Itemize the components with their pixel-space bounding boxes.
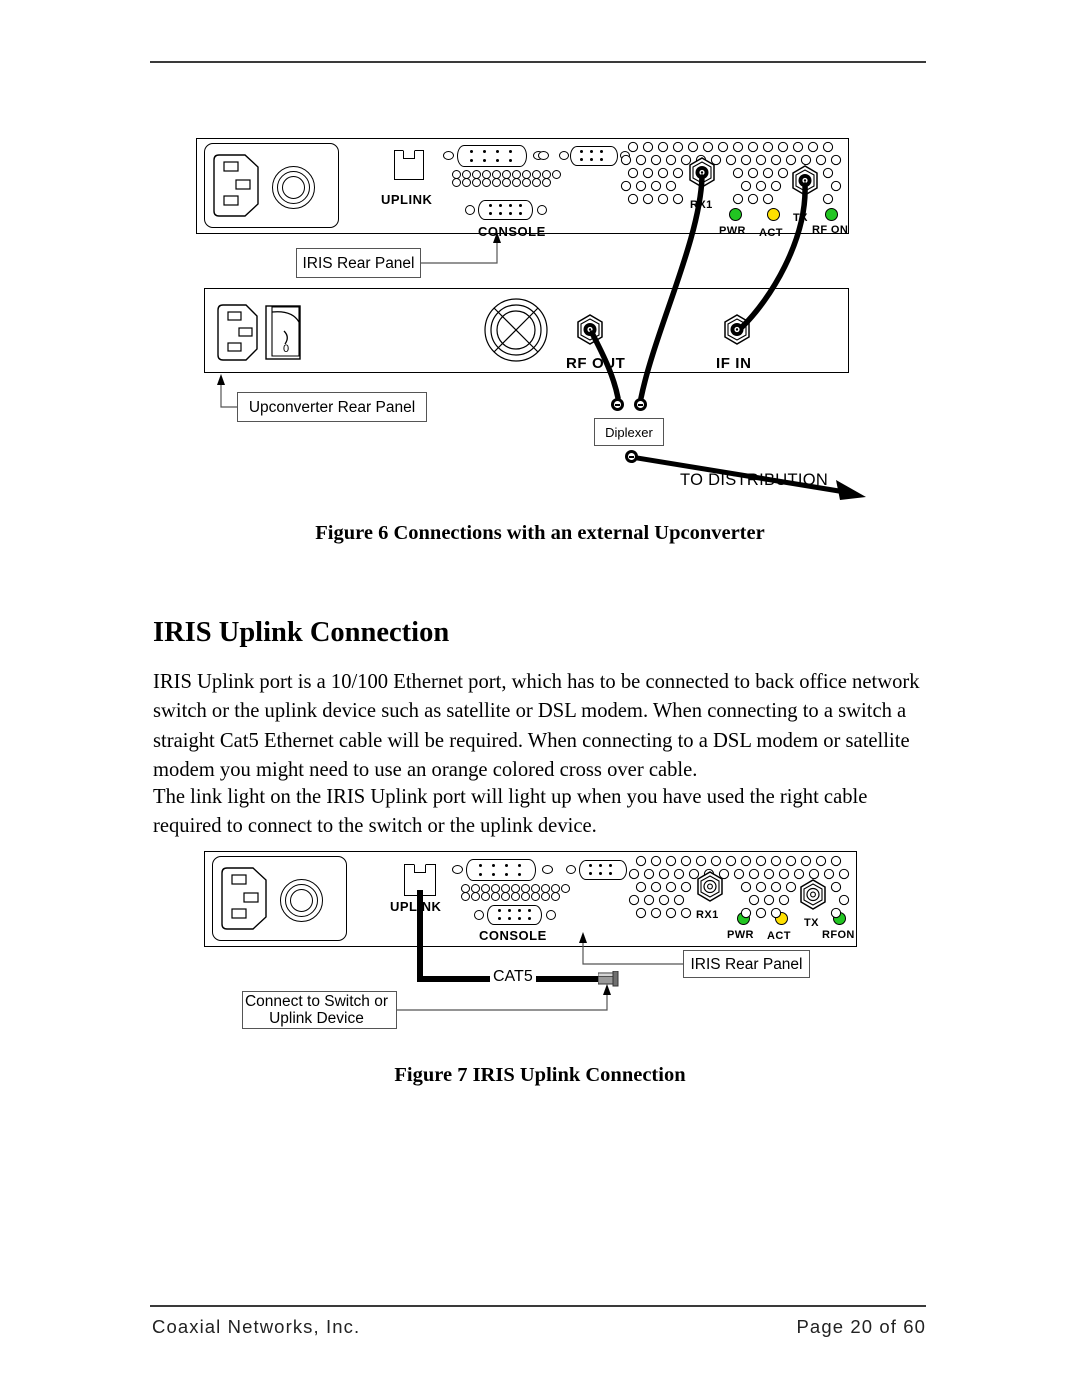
- document-page: UPLINK CONSOLE RX1 TX PWR ACT RF ON IRIS…: [0, 0, 1080, 1397]
- callout-iris-rear-panel-fig7: IRIS Rear Panel: [683, 950, 810, 978]
- callout-upconverter-rear-panel-fig6: Upconverter Rear Panel: [237, 392, 427, 422]
- callout-upconverter-rear-panel-text-fig6: Upconverter Rear Panel: [248, 398, 416, 416]
- rj45-plug-icon-fig7: [597, 970, 620, 992]
- callout-connect-to-switch-fig7: Connect to Switch or Uplink Device: [242, 991, 397, 1029]
- diplexer-input-port-right-fig6: [634, 398, 647, 411]
- diplexer-label-fig6: Diplexer: [605, 424, 653, 440]
- to-distribution-label-fig6: TO DISTRIBUTION: [680, 471, 829, 489]
- cat5-cable-label-fig7: CAT5: [490, 968, 536, 986]
- diplexer-input-port-left-fig6: [611, 398, 624, 411]
- callout-iris-rear-panel-fig6: IRIS Rear Panel: [296, 248, 421, 278]
- figure7-connections: [397, 890, 683, 1011]
- diplexer-output-port-fig6: [625, 450, 638, 463]
- callout-iris-rear-panel-text-fig7: IRIS Rear Panel: [690, 955, 803, 973]
- callout-connect-to-switch-text-fig7: Connect to Switch or Uplink Device: [244, 993, 388, 1027]
- figure-7-diagram: UPLINK CONSOLE RX1 TX PWR ACT RFON IRIS …: [0, 0, 1080, 1060]
- callout-iris-rear-panel-text-fig6: IRIS Rear Panel: [302, 254, 415, 272]
- diplexer-box-fig6: Diplexer: [594, 418, 664, 446]
